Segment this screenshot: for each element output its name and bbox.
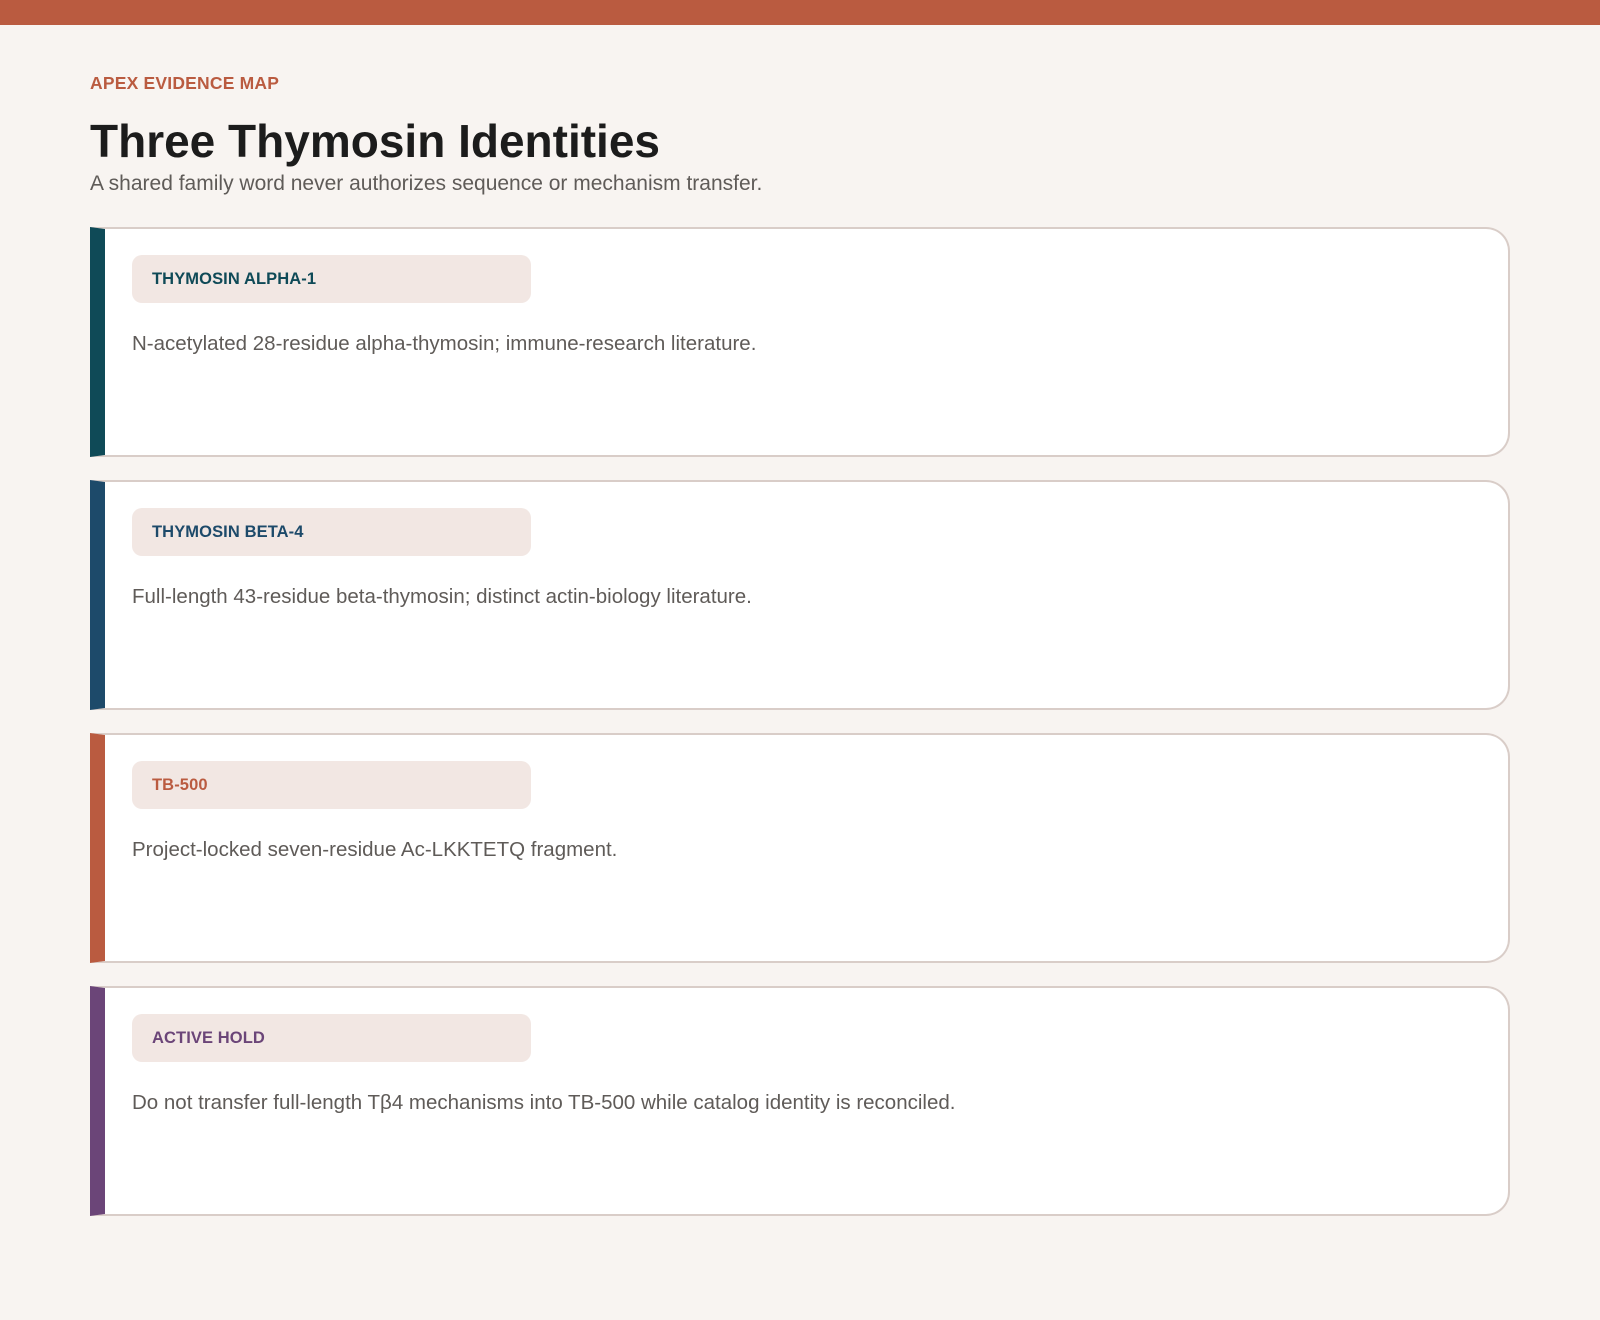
identity-description: Project-locked seven-residue Ac-LKKTETQ … xyxy=(132,838,618,861)
identity-card-thymosin-alpha-1: THYMOSIN ALPHA-1 N-acetylated 28-residue… xyxy=(90,227,1510,457)
identity-tag: ACTIVE HOLD xyxy=(132,1014,531,1062)
identity-description: Full-length 43-residue beta-thymosin; di… xyxy=(132,585,752,608)
identity-card-thymosin-beta-4: THYMOSIN BETA-4 Full-length 43-residue b… xyxy=(90,480,1510,710)
identity-card-list: THYMOSIN ALPHA-1 N-acetylated 28-residue… xyxy=(90,227,1510,1216)
identity-card-active-hold: ACTIVE HOLD Do not transfer full-length … xyxy=(90,986,1510,1216)
identity-description: N-acetylated 28-residue alpha-thymosin; … xyxy=(132,332,757,355)
top-accent-bar xyxy=(0,0,1600,25)
eyebrow-label: APEX EVIDENCE MAP xyxy=(90,73,280,93)
identity-tag: TB-500 xyxy=(132,761,531,809)
identity-card-tb-500: TB-500 Project-locked seven-residue Ac-L… xyxy=(90,733,1510,963)
page: APEX EVIDENCE MAP Three Thymosin Identit… xyxy=(0,73,1600,1216)
identity-description: Do not transfer full-length Tβ4 mechanis… xyxy=(132,1091,956,1114)
page-title: Three Thymosin Identities xyxy=(90,115,660,167)
page-subtitle: A shared family word never authorizes se… xyxy=(90,172,763,195)
identity-tag: THYMOSIN BETA-4 xyxy=(132,508,531,556)
identity-tag: THYMOSIN ALPHA-1 xyxy=(132,255,531,303)
